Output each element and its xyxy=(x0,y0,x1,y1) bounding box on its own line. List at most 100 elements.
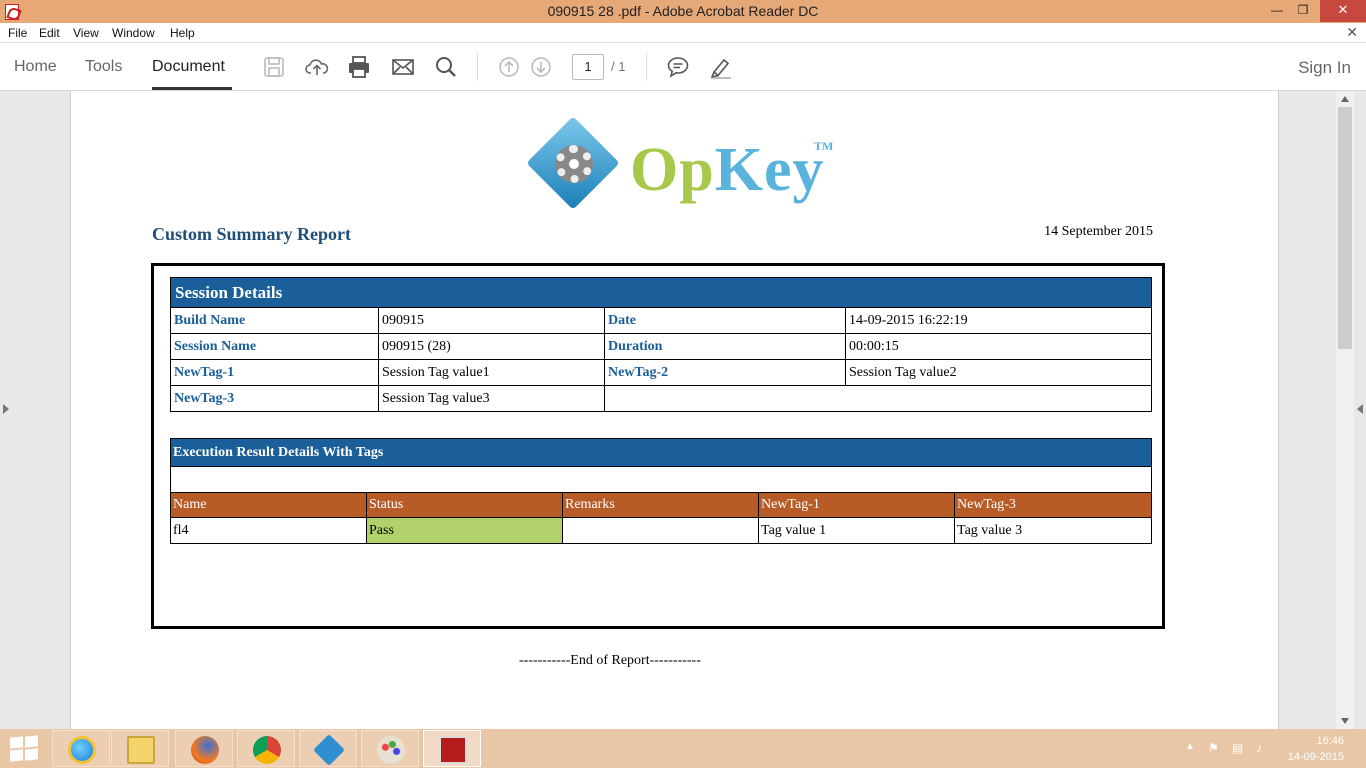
start-button[interactable] xyxy=(10,735,38,762)
date-value: 14-09-2015 16:22:19 xyxy=(845,307,1152,334)
clock-time: 16:46 xyxy=(1316,735,1344,747)
save-icon[interactable] xyxy=(262,55,286,79)
session-details-table: Session Details Build Name 090915 Date 1… xyxy=(170,277,1152,412)
report-date: 14 September 2015 xyxy=(1044,224,1153,239)
logo-trademark: TM xyxy=(814,139,834,153)
empty-cell xyxy=(604,385,1152,412)
scrollbar-thumb[interactable] xyxy=(1338,107,1352,349)
table-row: NewTag-1 Session Tag value1 NewTag-2 Ses… xyxy=(170,359,1152,386)
toolbar-separator xyxy=(477,53,478,81)
build-name-value: 090915 xyxy=(378,307,605,334)
search-icon[interactable] xyxy=(434,55,458,79)
report-title: Custom Summary Report xyxy=(152,224,351,244)
build-name-label: Build Name xyxy=(170,307,379,334)
page-total: / 1 xyxy=(611,59,626,74)
table-row: fl4 Pass Tag value 1 Tag value 3 xyxy=(170,517,1152,544)
table-row: NewTag-3 Session Tag value3 xyxy=(170,385,1152,412)
right-panel-toggle-icon[interactable] xyxy=(1357,404,1363,414)
file-explorer-icon[interactable] xyxy=(111,730,169,767)
acrobat-window: 090915 28 .pdf - Adobe Acrobat Reader DC… xyxy=(0,0,1366,768)
toolbar: Home Tools Document 1 / 1 Sign In xyxy=(0,43,1366,91)
newtag-1-label: NewTag-1 xyxy=(170,359,379,386)
session-name-label: Session Name xyxy=(170,333,379,360)
result-newtag-3: Tag value 3 xyxy=(954,517,1152,544)
acrobat-icon[interactable] xyxy=(423,730,481,767)
page-up-icon[interactable] xyxy=(497,55,521,79)
end-of-report: -----------End of Report----------- xyxy=(519,653,701,668)
result-name: fl4 xyxy=(170,517,367,544)
menu-help[interactable]: Help xyxy=(170,26,195,40)
date-label: Date xyxy=(604,307,846,334)
windows-taskbar: ▲ ⚑ ▤ ♪ 16:46 14-09-2015 xyxy=(0,729,1366,768)
duration-label: Duration xyxy=(604,333,846,360)
menu-view[interactable]: View xyxy=(73,26,99,40)
close-button[interactable]: ✕ xyxy=(1320,0,1366,22)
tab-tools[interactable]: Tools xyxy=(85,58,122,76)
newtag-3-label: NewTag-3 xyxy=(170,385,379,412)
clock-date: 14-09-2015 xyxy=(1287,751,1344,763)
tray-expand-icon[interactable]: ▲ xyxy=(1185,741,1199,755)
opkey-logo: OpKey TM xyxy=(526,116,840,215)
active-tab-indicator xyxy=(152,87,232,90)
network-icon[interactable]: ▤ xyxy=(1232,741,1246,755)
session-name-value: 090915 (28) xyxy=(378,333,605,360)
scroll-up-icon[interactable] xyxy=(1341,96,1349,102)
menu-file[interactable]: File xyxy=(8,26,27,40)
menu-window[interactable]: Window xyxy=(112,26,155,40)
execution-results-table: Execution Result Details With Tags Name … xyxy=(170,438,1152,544)
report-body-box: Session Details Build Name 090915 Date 1… xyxy=(151,263,1165,629)
scroll-down-icon[interactable] xyxy=(1341,718,1349,724)
volume-icon[interactable]: ♪ xyxy=(1256,741,1270,755)
blank-row xyxy=(170,466,1152,493)
session-details-header: Session Details xyxy=(170,277,1152,308)
firefox-icon[interactable] xyxy=(175,730,233,767)
logo-wordmark: OpKey xyxy=(630,136,825,204)
newtag-2-value: Session Tag value2 xyxy=(845,359,1152,386)
column-header-status: Status xyxy=(366,492,563,518)
table-row: Build Name 090915 Date 14-09-2015 16:22:… xyxy=(170,307,1152,334)
tab-document[interactable]: Document xyxy=(152,58,225,76)
result-remarks xyxy=(562,517,759,544)
sign-in-link[interactable]: Sign In xyxy=(1298,58,1351,78)
close-document-icon[interactable]: ✕ xyxy=(1346,24,1358,41)
newtag-1-value: Session Tag value1 xyxy=(378,359,605,386)
vertical-scrollbar[interactable] xyxy=(1336,91,1354,729)
newtag-3-value: Session Tag value3 xyxy=(378,385,605,412)
highlight-pen-icon[interactable] xyxy=(709,55,733,79)
window-title: 090915 28 .pdf - Adobe Acrobat Reader DC xyxy=(547,3,819,19)
title-bar: 090915 28 .pdf - Adobe Acrobat Reader DC… xyxy=(0,0,1366,23)
tab-home[interactable]: Home xyxy=(14,58,57,76)
print-icon[interactable] xyxy=(347,55,371,79)
table-row: Session Name 090915 (28) Duration 00:00:… xyxy=(170,333,1152,360)
column-header-remarks: Remarks xyxy=(562,492,759,518)
column-header-row: Name Status Remarks NewTag-1 NewTag-3 xyxy=(170,492,1152,518)
pdf-page: OpKey TM Custom Summary Report 14 Septem… xyxy=(70,91,1279,729)
column-header-newtag-3: NewTag-3 xyxy=(954,492,1152,518)
gear-icon xyxy=(555,145,593,183)
duration-value: 00:00:15 xyxy=(845,333,1152,360)
page-number-input[interactable]: 1 xyxy=(572,54,604,80)
column-header-newtag-1: NewTag-1 xyxy=(758,492,955,518)
document-viewport: OpKey TM Custom Summary Report 14 Septem… xyxy=(0,91,1366,729)
toolbar-separator xyxy=(646,53,647,81)
menu-bar: File Edit View Window Help ✕ xyxy=(0,23,1366,43)
execution-results-header: Execution Result Details With Tags xyxy=(170,438,1152,467)
restore-button[interactable]: ❐ xyxy=(1290,0,1316,22)
internet-explorer-icon[interactable] xyxy=(52,730,110,767)
result-newtag-1: Tag value 1 xyxy=(758,517,955,544)
minimize-button[interactable]: — xyxy=(1264,0,1290,22)
paint-icon[interactable] xyxy=(361,730,419,767)
taskbar-clock[interactable]: 16:46 14-09-2015 xyxy=(1288,733,1344,765)
page-down-icon[interactable] xyxy=(529,55,553,79)
action-center-flag-icon[interactable]: ⚑ xyxy=(1208,741,1222,755)
newtag-2-label: NewTag-2 xyxy=(604,359,846,386)
result-status-pass: Pass xyxy=(366,517,563,544)
email-icon[interactable] xyxy=(391,55,415,79)
opkey-icon[interactable] xyxy=(299,730,357,767)
menu-edit[interactable]: Edit xyxy=(39,26,60,40)
upload-cloud-icon[interactable] xyxy=(305,55,329,79)
chrome-icon[interactable] xyxy=(237,730,295,767)
left-panel-toggle-icon[interactable] xyxy=(3,404,9,414)
column-header-name: Name xyxy=(170,492,367,518)
comment-icon[interactable] xyxy=(666,55,690,79)
